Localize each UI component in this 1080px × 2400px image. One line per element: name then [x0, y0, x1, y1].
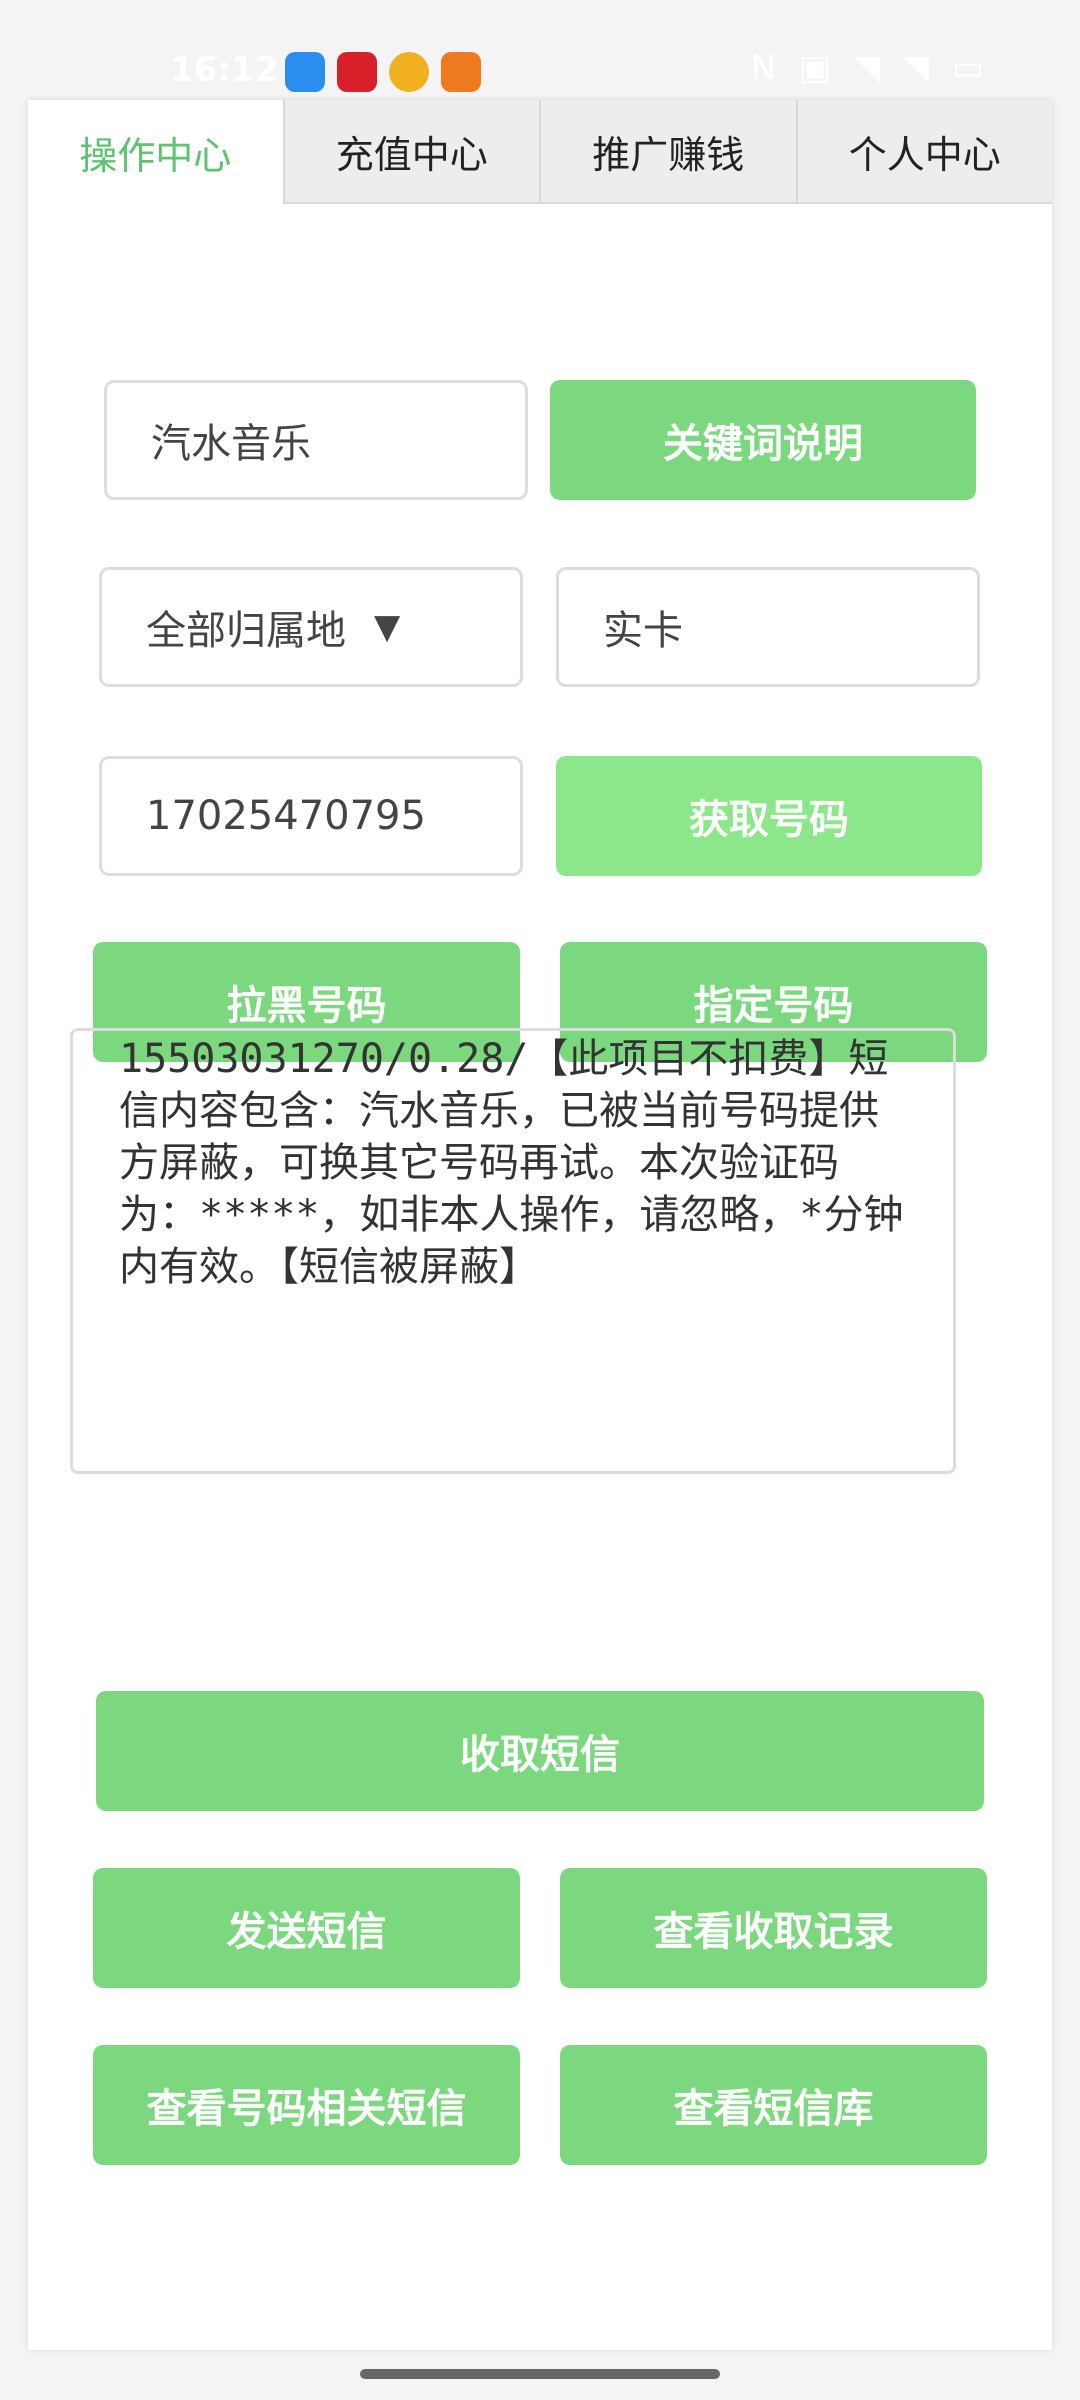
view-related-sms-button[interactable]: 查看号码相关短信 [93, 2045, 520, 2165]
get-number-button[interactable]: 获取号码 [556, 756, 982, 876]
receive-sms-button[interactable]: 收取短信 [96, 1691, 984, 1811]
news-icon [337, 52, 377, 92]
home-indicator[interactable] [360, 2369, 720, 2379]
status-time: 16:12 [170, 50, 279, 90]
tab-operation-center[interactable]: 操作中心 [28, 100, 283, 204]
region-select[interactable]: 全部归属地 ▼ [99, 567, 523, 687]
phone-number-input[interactable]: 17025470795 [99, 756, 523, 876]
tab-promotion[interactable]: 推广赚钱 [539, 100, 796, 204]
send-sms-button[interactable]: 发送短信 [93, 1868, 520, 1988]
sms-content-textarea[interactable]: 15503031270/0.28/【此项目不扣费】短信内容包含：汽水音乐，已被当… [70, 1028, 956, 1474]
card-type-input[interactable]: 实卡 [556, 567, 980, 687]
tab-personal-center[interactable]: 个人中心 [795, 100, 1052, 204]
tab-bar: 操作中心 充值中心 推广赚钱 个人中心 [28, 100, 1052, 204]
tab-recharge-center[interactable]: 充值中心 [282, 100, 539, 204]
region-select-value: 全部归属地 [146, 608, 346, 654]
qq-icon [285, 52, 325, 92]
status-bar: 16:12 N ▣ ◥ ◥ ▭ [0, 0, 1080, 100]
weibo-icon [389, 52, 429, 92]
redpacket-icon [441, 52, 481, 92]
view-sms-library-button[interactable]: 查看短信库 [560, 2045, 987, 2165]
view-records-button[interactable]: 查看收取记录 [560, 1868, 987, 1988]
status-icons: N ▣ ◥ ◥ ▭ [750, 48, 990, 88]
keyword-input[interactable]: 汽水音乐 [104, 380, 528, 500]
keyword-help-button[interactable]: 关键词说明 [550, 380, 976, 500]
dropdown-arrow-icon: ▼ [374, 607, 401, 647]
